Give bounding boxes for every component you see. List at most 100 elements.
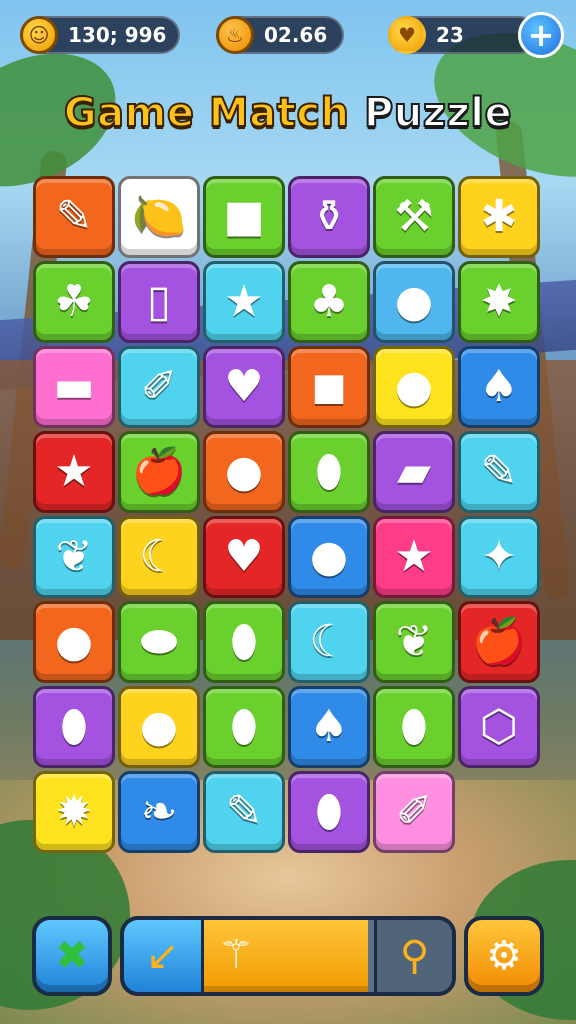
tile-gift-box[interactable]: ✱ <box>458 176 540 258</box>
undo-button[interactable]: ↙ <box>124 920 204 992</box>
top-hud: ☺ 130; 996 ♨ 02.66 ♥ 23 + <box>0 12 576 58</box>
arrow-down-left-icon: ↙ <box>145 933 180 979</box>
leaf-2-icon: ❦ <box>395 616 433 667</box>
tile-pink-pencil[interactable]: ✐ <box>373 771 455 853</box>
purple-feather-icon: ❧ <box>140 786 178 837</box>
pear-icon: ⬮ <box>60 701 88 752</box>
settings-button[interactable]: ⚙ <box>464 916 544 996</box>
plum-icon: ● <box>309 531 349 582</box>
tile-blue-apple-2[interactable]: ● <box>33 601 115 683</box>
blue-star-icon: ★ <box>54 446 94 497</box>
title-part-2: Puzzle <box>363 89 513 137</box>
tile-pink-star[interactable]: ★ <box>373 516 455 598</box>
tile-cube[interactable]: ◼ <box>288 346 370 428</box>
tile-lemon[interactable]: 🍋 <box>118 176 200 258</box>
tile-crayon[interactable]: ✎ <box>203 771 285 853</box>
tile-purple-feather[interactable]: ❧ <box>118 771 200 853</box>
tile-purple-pen[interactable]: ✐ <box>118 346 200 428</box>
red-egg-icon: ⬮ <box>315 786 343 837</box>
blue-apple-icon: ● <box>224 446 264 497</box>
tile-green-pear[interactable]: ⬮ <box>373 686 455 768</box>
broccoli-icon: ☘ <box>54 276 94 327</box>
blue-cube-icon: ⬡ <box>479 701 519 752</box>
tile-blueberry[interactable]: ● <box>118 686 200 768</box>
tile-green-heart[interactable]: ♥ <box>203 516 285 598</box>
shuffle-button[interactable]: ✖ <box>32 916 112 996</box>
orange-balloon-icon: ● <box>394 276 434 327</box>
tile-leaf-2[interactable]: ❦ <box>373 601 455 683</box>
tile-red-egg[interactable]: ⬮ <box>288 771 370 853</box>
green-heart-icon: ♥ <box>224 531 264 582</box>
tile-red-flower[interactable]: ✹ <box>33 771 115 853</box>
tile-pepper[interactable]: ♣ <box>288 261 370 343</box>
blue-apple-2-icon: ● <box>54 616 94 667</box>
score-counter: ☺ 130; 996 <box>20 16 180 54</box>
tile-rolling-pin[interactable]: ✎ <box>458 431 540 513</box>
coin-icon: ☺ <box>20 16 58 54</box>
square-block-icon: ■ <box>223 191 265 242</box>
tile-apple[interactable]: 🍎 <box>118 431 200 513</box>
green-pear-icon: ⬮ <box>400 701 428 752</box>
blueberry-icon: ● <box>139 701 179 752</box>
tile-mango-2[interactable]: ⬮ <box>203 686 285 768</box>
jar-icon: ⚱ <box>310 191 348 242</box>
starburst-icon: ✸ <box>480 276 518 327</box>
rolling-pin-icon: ✎ <box>480 446 518 497</box>
heart-icon: ♥ <box>388 16 426 54</box>
cube-icon: ◼ <box>310 361 348 412</box>
tile-eraser[interactable]: ▬ <box>33 346 115 428</box>
tile-cucumber[interactable]: ⬬ <box>118 601 200 683</box>
feather-icon: ✎ <box>55 191 93 242</box>
puzzle-board: ✎ 🍋 ■ ⚱ ⚒ ✱ ☘ ▯ ★ ♣ ● ✸ ▬ ✐ ♥ ◼ ● ♠ ★ 🍎 ● ⬮ ▰ ✎ ❦ ☾ ♥ ● ★ ✦ ● ⬬ ⬮ ☾ ❦ 🍎 ⬮ ● ⬮ ♠… <box>33 176 540 853</box>
tile-green-cross-star[interactable]: ✦ <box>458 516 540 598</box>
tile-banana[interactable]: ☾ <box>118 516 200 598</box>
crayon-icon: ✎ <box>225 786 263 837</box>
tile-leaf[interactable]: ❦ <box>33 516 115 598</box>
tile-starburst[interactable]: ✸ <box>458 261 540 343</box>
tile-eggplant[interactable]: ♠ <box>288 686 370 768</box>
banana-2-icon: ☾ <box>309 616 349 667</box>
shuffle-x-icon: ✖ <box>55 933 89 979</box>
tile-orange-balloon[interactable]: ● <box>373 261 455 343</box>
tile-plum[interactable]: ● <box>288 516 370 598</box>
gift-box-icon: ✱ <box>480 191 518 242</box>
tile-blue-apple[interactable]: ● <box>203 431 285 513</box>
tile-blue-star[interactable]: ★ <box>33 431 115 513</box>
tile-gadget[interactable]: ▰ <box>373 431 455 513</box>
magic-wand-icon: ⚚ <box>218 932 254 978</box>
tile-lime[interactable]: ⬮ <box>288 431 370 513</box>
tile-star[interactable]: ★ <box>203 261 285 343</box>
add-hearts-button[interactable]: + <box>518 12 564 58</box>
star-icon: ★ <box>224 276 264 327</box>
tile-red-apple[interactable]: 🍎 <box>458 601 540 683</box>
tile-broccoli[interactable]: ☘ <box>33 261 115 343</box>
cucumber-icon: ⬬ <box>140 616 178 667</box>
tile-jar[interactable]: ⚱ <box>288 176 370 258</box>
tile-feather[interactable]: ✎ <box>33 176 115 258</box>
plus-icon: + <box>527 16 555 54</box>
lemon-icon: 🍋 <box>131 191 187 242</box>
hearts-value: 23 <box>436 23 464 47</box>
tile-square-block[interactable]: ■ <box>203 176 285 258</box>
tile-mango[interactable]: ⬮ <box>203 601 285 683</box>
tile-pear[interactable]: ⬮ <box>33 686 115 768</box>
hammer-icon: ⚒ <box>394 191 434 242</box>
lime-icon: ⬮ <box>315 446 343 497</box>
pink-pencil-icon: ✐ <box>395 786 433 837</box>
mango-2-icon: ⬮ <box>230 701 258 752</box>
purple-pen-icon: ✐ <box>140 361 178 412</box>
tile-purple-leaf[interactable]: ♠ <box>458 346 540 428</box>
leaf-icon: ❦ <box>55 531 93 582</box>
tile-pink-heart[interactable]: ♥ <box>203 346 285 428</box>
tile-hammer[interactable]: ⚒ <box>373 176 455 258</box>
search-hint-button[interactable]: ⚲ <box>374 920 452 992</box>
tile-blue-cube[interactable]: ⬡ <box>458 686 540 768</box>
tile-green-balloon[interactable]: ● <box>373 346 455 428</box>
pepper-icon: ♣ <box>309 276 349 327</box>
balloon-coin-icon: ♨ <box>216 16 254 54</box>
magnifier-icon: ⚲ <box>399 933 430 979</box>
timer-counter: ♨ 02.66 <box>216 16 344 54</box>
tile-phone[interactable]: ▯ <box>118 261 200 343</box>
tile-banana-2[interactable]: ☾ <box>288 601 370 683</box>
green-cross-star-icon: ✦ <box>480 531 518 582</box>
